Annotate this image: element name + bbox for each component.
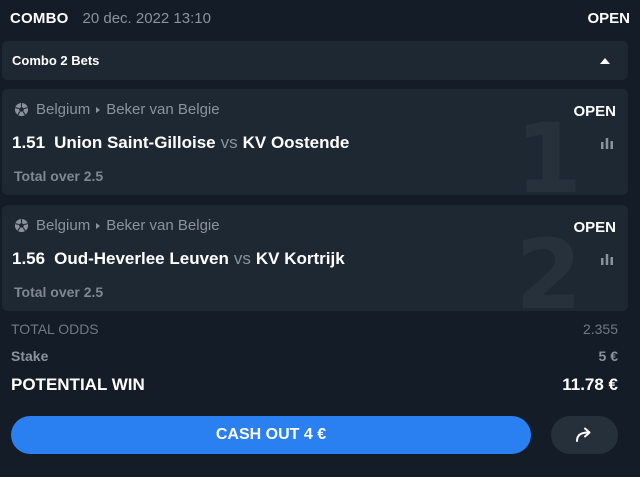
cash-out-button[interactable]: CASH OUT 4 €: [11, 416, 531, 454]
home-team: Oud-Heverlee Leuven: [54, 249, 229, 268]
selection-odds: 1.56: [12, 249, 46, 268]
bet-card[interactable]: 1 Belgium Beker van Belgie OPEN 1.51 Uni…: [2, 89, 628, 195]
versus-label: vs: [233, 249, 251, 268]
combo-title: Combo 2 Bets: [12, 53, 100, 68]
total-odds-value: 2.355: [582, 321, 618, 337]
versus-label: vs: [220, 133, 238, 152]
selection-status: OPEN: [573, 103, 616, 120]
breadcrumb-separator-icon: [96, 106, 101, 113]
stake-row: Stake 5 €: [11, 348, 618, 364]
soccer-ball-icon: [14, 218, 29, 233]
away-team: KV Kortrijk: [255, 249, 345, 268]
home-team: Union Saint-Gilloise: [54, 133, 216, 152]
bet-type: COMBO: [10, 9, 69, 27]
combo-toggle[interactable]: Combo 2 Bets: [2, 41, 628, 80]
league-breadcrumb: Belgium Beker van Belgie: [14, 217, 220, 234]
league-breadcrumb: Belgium Beker van Belgie: [14, 101, 220, 118]
bet-header: COMBO 20 dec. 2022 13:10 OPEN: [0, 0, 640, 36]
league-competition: Beker van Belgie: [106, 217, 220, 234]
bet-index: 1: [515, 103, 582, 195]
potential-win-label: POTENTIAL WIN: [11, 375, 145, 394]
selection-odds: 1.51: [12, 133, 46, 152]
match-line: 1.56 Oud-Heverlee Leuven vs KV Kortrijk: [12, 249, 345, 269]
share-button[interactable]: [551, 416, 618, 454]
bet-card[interactable]: 2 Belgium Beker van Belgie OPEN 1.56 Oud…: [2, 205, 628, 311]
bar-chart-icon[interactable]: [600, 136, 614, 150]
total-odds-label: TOTAL ODDS: [11, 321, 99, 337]
soccer-ball-icon: [14, 102, 29, 117]
bar-chart-icon[interactable]: [600, 252, 614, 266]
breadcrumb-separator-icon: [96, 222, 101, 229]
away-team: KV Oostende: [242, 133, 350, 152]
league-country: Belgium: [36, 101, 91, 118]
potential-win-row: POTENTIAL WIN 11.78 €: [11, 375, 618, 395]
match-line: 1.51 Union Saint-Gilloise vs KV Oostende: [12, 133, 349, 153]
market-label: Total over 2.5: [14, 284, 104, 300]
league-country: Belgium: [36, 217, 91, 234]
market-label: Total over 2.5: [14, 168, 104, 184]
total-odds-row: TOTAL ODDS 2.355: [11, 321, 618, 337]
potential-win-value: 11.78 €: [562, 375, 618, 394]
league-competition: Beker van Belgie: [106, 101, 220, 118]
selection-status: OPEN: [573, 219, 616, 236]
stake-value: 5 €: [598, 348, 618, 364]
bet-status: OPEN: [587, 9, 630, 27]
bet-date: 20 dec. 2022 13:10: [82, 9, 211, 27]
share-arrow-icon: [575, 427, 590, 442]
bet-index: 2: [515, 219, 582, 311]
stake-label: Stake: [11, 348, 49, 364]
caret-up-icon[interactable]: [600, 57, 610, 64]
